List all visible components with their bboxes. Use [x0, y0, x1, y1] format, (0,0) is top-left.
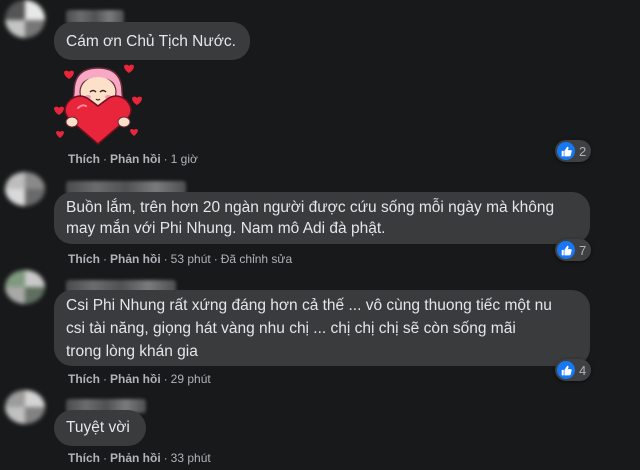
like-button[interactable]: Thích [68, 152, 100, 166]
like-icon [557, 361, 575, 379]
reaction-number: 4 [579, 362, 587, 378]
like-icon [557, 142, 575, 160]
comment-actions: Thích · Phản hồi · 33 phút [68, 451, 211, 465]
comment-timestamp[interactable]: 53 phút [171, 252, 211, 266]
avatar[interactable] [5, 0, 45, 38]
like-icon [557, 241, 575, 259]
reply-button[interactable]: Phản hồi [110, 372, 161, 386]
comment-bubble: Buồn lắm, trên hơn 20 ngàn người được cứ… [54, 192, 590, 244]
comment-text-line: trong lòng khán gia [66, 343, 198, 360]
edited-label[interactable]: Đã chỉnh sửa [221, 252, 292, 266]
comment-actions: Thích · Phản hồi · 53 phút · Đã chỉnh sửa [68, 252, 293, 266]
comment-bubble: Tuyệt vời [54, 410, 146, 446]
comment-timestamp[interactable]: 29 phút [171, 372, 211, 386]
avatar[interactable] [5, 390, 45, 424]
girl-hugging-heart-sticker [54, 64, 142, 145]
comment-bubble: Csi Phi Nhung rất xứng đáng hơn cả thế .… [54, 290, 590, 366]
like-button[interactable]: Thích [68, 451, 100, 465]
reply-button[interactable]: Phản hồi [110, 152, 161, 166]
reaction-number: 2 [579, 143, 587, 159]
reaction-count[interactable]: 7 [555, 239, 592, 261]
comment-text-line: Csi Phi Nhung rất xứng đáng hơn cả thế .… [66, 297, 552, 314]
reaction-count[interactable]: 4 [555, 359, 592, 381]
reaction-count[interactable]: 2 [555, 140, 592, 162]
comment-timestamp[interactable]: 33 phút [171, 451, 211, 465]
avatar[interactable] [5, 172, 45, 206]
comment-bubble: Cám ơn Chủ Tịch Nước. [54, 22, 250, 60]
reply-button[interactable]: Phản hồi [110, 252, 161, 266]
comment-text-line: may mắn với Phi Nhung. Nam mô Adi đà phậ… [66, 220, 386, 237]
comment-text: Tuyệt vời [66, 419, 130, 436]
avatar[interactable] [5, 270, 45, 304]
comment-actions: Thích · Phản hồi · 29 phút [68, 372, 211, 386]
comment-text: Cám ơn Chủ Tịch Nước. [66, 33, 236, 50]
like-button[interactable]: Thích [68, 372, 100, 386]
comment-actions: Thích · Phản hồi · 1 giờ [68, 152, 198, 166]
reaction-number: 7 [579, 242, 587, 258]
comment-text-line: csi tài năng, giọng hát vàng nhu chị ...… [66, 320, 516, 337]
comment-timestamp[interactable]: 1 giờ [171, 152, 198, 166]
like-button[interactable]: Thích [68, 252, 100, 266]
reply-button[interactable]: Phản hồi [110, 451, 161, 465]
comment-text-line: Buồn lắm, trên hơn 20 ngàn người được cứ… [66, 199, 555, 216]
